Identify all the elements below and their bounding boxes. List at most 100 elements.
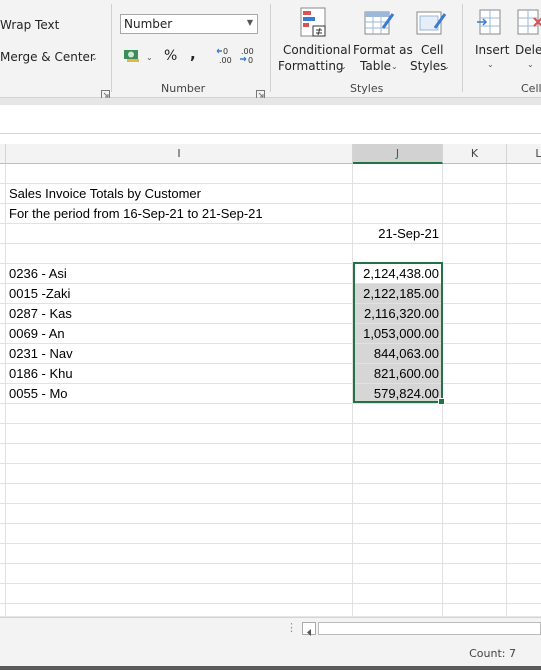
cell-l[interactable] [507, 484, 541, 504]
percent-style-button[interactable]: % [164, 48, 177, 64]
cell-k[interactable] [443, 604, 507, 616]
cell-l[interactable] [507, 244, 541, 264]
cell-j[interactable] [353, 564, 443, 584]
cell-l[interactable] [507, 164, 541, 184]
cell-i[interactable] [6, 404, 353, 424]
cell-i[interactable]: 0055 - Mo [6, 384, 353, 404]
cell-k[interactable] [443, 284, 507, 304]
cell-k[interactable] [443, 484, 507, 504]
cell-l[interactable] [507, 364, 541, 384]
column-header-k[interactable]: K [443, 144, 507, 164]
cell-j[interactable] [353, 244, 443, 264]
cell-l[interactable] [507, 604, 541, 616]
cell-k[interactable] [443, 264, 507, 284]
formula-bar-area[interactable] [0, 105, 541, 134]
cell-i[interactable] [6, 224, 353, 244]
cell-i[interactable]: 0015 -Zaki [6, 284, 353, 304]
cell-k[interactable] [443, 364, 507, 384]
cell-j[interactable] [353, 544, 443, 564]
cell-l[interactable] [507, 504, 541, 524]
cell-k[interactable] [443, 184, 507, 204]
cell-j[interactable] [353, 424, 443, 444]
cell-j[interactable] [353, 164, 443, 184]
cell-j[interactable]: 2,122,185.00 [353, 284, 443, 304]
cell-l[interactable] [507, 424, 541, 444]
cell-i[interactable]: 0231 - Nav [6, 344, 353, 364]
comma-style-button[interactable]: , [190, 45, 196, 63]
horizontal-scrollbar-track[interactable] [318, 622, 541, 635]
cell-i[interactable] [6, 444, 353, 464]
cell-i[interactable] [6, 524, 353, 544]
cell-j[interactable] [353, 184, 443, 204]
cell-k[interactable] [443, 504, 507, 524]
cell-l[interactable] [507, 524, 541, 544]
cell-k[interactable] [443, 564, 507, 584]
cell-i[interactable] [6, 464, 353, 484]
cell-j[interactable] [353, 484, 443, 504]
cell-j[interactable] [353, 204, 443, 224]
cell-l[interactable] [507, 184, 541, 204]
cell-i[interactable] [6, 164, 353, 184]
number-format-select[interactable]: Number ▼ [120, 14, 258, 34]
cell-i[interactable] [6, 604, 353, 616]
cell-l[interactable] [507, 404, 541, 424]
cell-j[interactable]: 21-Sep-21 [353, 224, 443, 244]
cell-l[interactable] [507, 344, 541, 364]
cell-l[interactable] [507, 204, 541, 224]
number-dialog-launcher-icon[interactable] [256, 84, 265, 99]
cell-j[interactable] [353, 584, 443, 604]
column-header-l[interactable]: L [507, 144, 541, 164]
cell-l[interactable] [507, 284, 541, 304]
cell-k[interactable] [443, 164, 507, 184]
cell-l[interactable] [507, 324, 541, 344]
cell-j[interactable]: 2,124,438.00 [353, 264, 443, 284]
cell-k[interactable] [443, 224, 507, 244]
cell-i[interactable]: 0236 - Asi [6, 264, 353, 284]
cell-k[interactable] [443, 404, 507, 424]
merge-center-dropdown-icon[interactable]: ⌄ [91, 53, 98, 62]
cell-j[interactable]: 579,824.00 [353, 384, 443, 404]
column-header-i[interactable]: I [6, 144, 353, 164]
cell-j[interactable] [353, 464, 443, 484]
cell-k[interactable] [443, 524, 507, 544]
cell-k[interactable] [443, 324, 507, 344]
wrap-text-button[interactable]: Wrap Text [0, 18, 59, 32]
cell-l[interactable] [507, 304, 541, 324]
cell-k[interactable] [443, 424, 507, 444]
cell-k[interactable] [443, 464, 507, 484]
cell-k[interactable] [443, 384, 507, 404]
cell-i[interactable]: Sales Invoice Totals by Customer [6, 184, 353, 204]
cell-k[interactable] [443, 204, 507, 224]
cell-i[interactable]: 0287 - Kas [6, 304, 353, 324]
cell-i[interactable] [6, 424, 353, 444]
cell-j[interactable] [353, 524, 443, 544]
cell-j[interactable]: 821,600.00 [353, 364, 443, 384]
cell-i[interactable] [6, 584, 353, 604]
cell-l[interactable] [507, 224, 541, 244]
cell-j[interactable] [353, 504, 443, 524]
cell-j[interactable] [353, 404, 443, 424]
accounting-dropdown-icon[interactable]: ⌄ [146, 53, 153, 62]
cell-l[interactable] [507, 384, 541, 404]
cell-j[interactable]: 2,116,320.00 [353, 304, 443, 324]
cell-i[interactable] [6, 484, 353, 504]
cell-l[interactable] [507, 464, 541, 484]
cell-i[interactable] [6, 244, 353, 264]
cell-i[interactable] [6, 504, 353, 524]
cell-i[interactable] [6, 564, 353, 584]
cell-i[interactable]: 0069 - An [6, 324, 353, 344]
cell-j[interactable] [353, 604, 443, 616]
merge-center-button[interactable]: Merge & Center [0, 50, 95, 64]
cell-i[interactable]: 0186 - Khu [6, 364, 353, 384]
cell-k[interactable] [443, 304, 507, 324]
column-header-j[interactable]: J [353, 144, 443, 164]
cell-l[interactable] [507, 544, 541, 564]
cell-k[interactable] [443, 344, 507, 364]
decrease-decimal-icon[interactable]: .00 0 [238, 46, 258, 70]
cell-l[interactable] [507, 564, 541, 584]
cell-l[interactable] [507, 264, 541, 284]
cell-k[interactable] [443, 584, 507, 604]
cell-j[interactable]: 844,063.00 [353, 344, 443, 364]
cell-k[interactable] [443, 244, 507, 264]
cell-j[interactable] [353, 444, 443, 464]
